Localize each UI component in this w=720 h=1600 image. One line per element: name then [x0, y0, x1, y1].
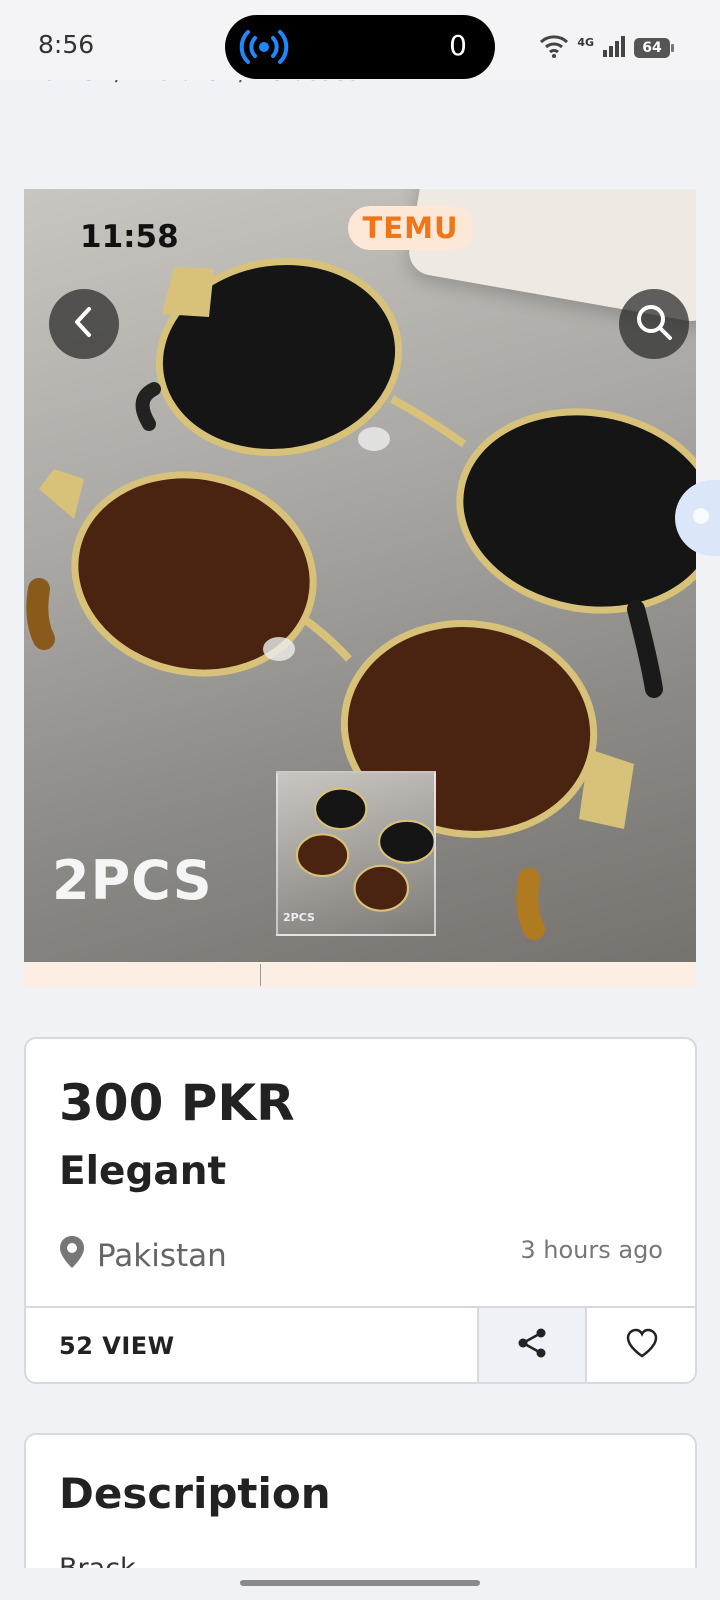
listing-location: Pakistan [59, 1235, 227, 1277]
share-button[interactable] [477, 1308, 587, 1382]
broadcast-icon [239, 29, 289, 69]
dynamic-island[interactable]: 0 [225, 15, 495, 79]
status-bar: 8:56 0 4G 64 [0, 0, 720, 80]
image-overlay-time: 11:58 [80, 219, 179, 255]
battery-icon: 64 [634, 38, 674, 58]
wifi-icon [539, 34, 569, 62]
thumbnail-label: 2PCS [283, 911, 315, 924]
zoom-button[interactable] [619, 289, 689, 359]
home-indicator[interactable] [240, 1580, 480, 1586]
chevron-left-icon [69, 305, 99, 343]
pcs-label: 2PCS [52, 849, 213, 912]
product-image-gallery[interactable]: 11:58 TEMU 2PCS 2PCS [24, 189, 696, 962]
signal-icon [602, 35, 626, 61]
status-icons: 4G 64 [539, 34, 674, 62]
status-time: 8:56 [38, 30, 95, 59]
posted-time: 3 hours ago [520, 1236, 663, 1264]
navigation-bar [0, 1568, 720, 1600]
view-count: 52 VIEW [59, 1332, 175, 1360]
network-label: 4G [577, 35, 594, 49]
translate-icon [691, 502, 711, 536]
listing-title: Elegant [59, 1149, 227, 1194]
location-text: Pakistan [97, 1238, 227, 1274]
listing-actions: 52 VIEW [26, 1306, 695, 1382]
promo-divider [260, 964, 261, 986]
promo-strip [24, 962, 696, 988]
share-icon [516, 1327, 548, 1363]
location-pin-icon [59, 1235, 85, 1277]
heart-icon [626, 1328, 658, 1362]
brand-badge: TEMU [348, 206, 473, 250]
description-heading: Description [59, 1469, 331, 1518]
listing-info-card: 300 PKR Elegant Pakistan 3 hours ago 52 … [24, 1037, 697, 1384]
image-thumbnail[interactable]: 2PCS [276, 771, 436, 936]
island-count: 0 [449, 29, 467, 62]
search-icon [634, 302, 674, 346]
listing-price: 300 PKR [59, 1074, 295, 1132]
previous-image-button[interactable] [49, 289, 119, 359]
favorite-button[interactable] [587, 1308, 695, 1382]
